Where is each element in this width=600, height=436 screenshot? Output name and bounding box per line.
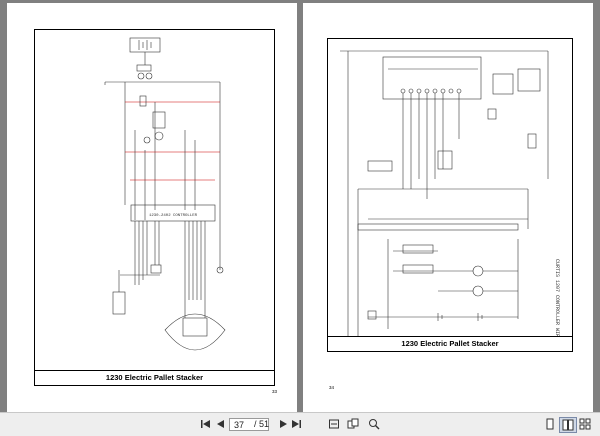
single-page-view-button[interactable]	[543, 417, 557, 431]
wiring-diagram-left: 1230-2402 CONTROLLER	[104, 37, 226, 351]
page-left: 1230-2402 CONTROLLER 1230 Electric Palle…	[7, 3, 297, 412]
wiring-diagram-frame-left: 1230-2402 CONTROLLER 1230 Electric Palle…	[34, 29, 275, 386]
current-page-value: 37	[234, 420, 245, 430]
next-page-button[interactable]	[277, 417, 289, 431]
zoom-icon	[369, 419, 380, 430]
previous-page-button[interactable]	[214, 417, 226, 431]
two-page-icon	[562, 419, 574, 431]
page-number-right: 34	[329, 385, 335, 390]
page-count-label: / 51	[254, 419, 270, 429]
two-page-view-button[interactable]	[559, 417, 577, 433]
single-page-icon	[546, 418, 554, 430]
fit-width-button[interactable]	[327, 417, 341, 431]
first-page-button[interactable]	[199, 417, 211, 431]
document-viewer: 1230-2402 CONTROLLER 1230 Electric Palle…	[0, 0, 600, 412]
page-caption-right: 1230 Electric Pallet Stacker	[328, 336, 572, 351]
page-number-left: 33	[271, 389, 277, 394]
fit-width-icon	[329, 419, 339, 429]
last-page-button[interactable]	[290, 417, 302, 431]
svg-text:CURTIS 1207 CONTROLLER WIRING: CURTIS 1207 CONTROLLER WIRING	[554, 259, 560, 336]
last-page-icon	[291, 420, 301, 428]
zoom-button[interactable]	[367, 417, 381, 431]
rotate-view-button[interactable]	[346, 417, 360, 431]
continuous-view-button[interactable]	[578, 417, 592, 431]
svg-text:1230-2402 CONTROLLER: 1230-2402 CONTROLLER	[149, 214, 198, 218]
pages-icon	[347, 418, 359, 429]
first-page-icon	[200, 420, 210, 428]
grid-view-icon	[579, 418, 591, 430]
page-right: CURTIS 1207 CONTROLLER WIRING 1230 Elect…	[303, 3, 593, 412]
next-page-icon	[279, 420, 287, 428]
page-caption-left: 1230 Electric Pallet Stacker	[35, 370, 274, 385]
wiring-diagram-frame-right: CURTIS 1207 CONTROLLER WIRING 1230 Elect…	[327, 38, 573, 352]
previous-page-icon	[216, 420, 224, 428]
wiring-diagram-right: CURTIS 1207 CONTROLLER WIRING	[340, 50, 560, 336]
pdf-toolbar: 37 / 51	[0, 412, 600, 436]
